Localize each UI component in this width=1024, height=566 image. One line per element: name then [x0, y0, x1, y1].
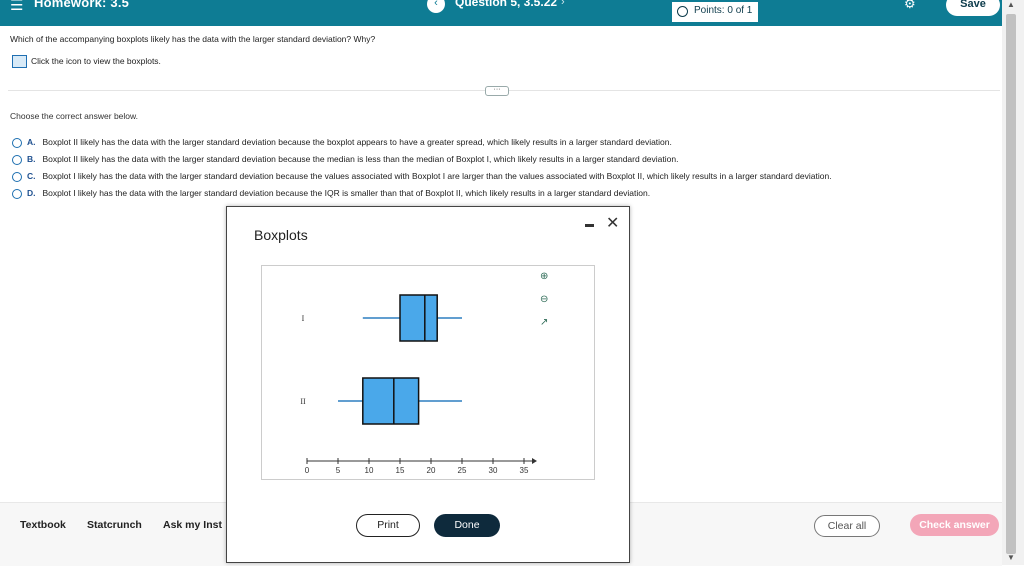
- boxplot-label: II: [300, 397, 306, 406]
- view-boxplots-link[interactable]: Click the icon to view the boxplots.: [31, 56, 161, 66]
- boxplots-dialog: Boxplots ✕ 0 5 10 15 20 25 30 35 I II ⊕ ⊖ ↗ Print…: [226, 206, 630, 563]
- close-icon[interactable]: ✕: [606, 213, 619, 233]
- statcrunch-link[interactable]: Statcrunch: [87, 519, 142, 531]
- x-tick-label: 35: [520, 466, 529, 475]
- radio-icon[interactable]: [12, 171, 22, 182]
- x-tick-label: 20: [427, 466, 436, 475]
- question-label[interactable]: Question 5, 3.5.22: [455, 0, 557, 9]
- box-iqr: [362, 377, 420, 425]
- check-answer-button[interactable]: Check answer: [910, 514, 999, 536]
- x-tick-label: 0: [305, 466, 310, 475]
- minimize-icon[interactable]: [585, 224, 594, 227]
- dialog-title: Boxplots: [254, 227, 308, 243]
- question-text: Which of the accompanying boxplots likel…: [10, 34, 376, 44]
- image-icon[interactable]: [12, 55, 27, 68]
- top-bar: ☰ Homework: 3.5 ‹ Question 5, 3.5.22 › P…: [0, 0, 1002, 26]
- x-tick-label: 30: [489, 466, 498, 475]
- scrollbar[interactable]: ▲ ▼: [1002, 0, 1024, 565]
- radio-icon[interactable]: [12, 188, 22, 199]
- settings-icon[interactable]: ⚙: [904, 0, 916, 12]
- print-button[interactable]: Print: [356, 514, 420, 537]
- boxplot-label: I: [302, 314, 305, 323]
- box-iqr: [399, 294, 438, 342]
- previous-question-button[interactable]: ‹: [427, 0, 445, 13]
- points-indicator: Points: 0 of 1: [672, 2, 758, 22]
- save-button[interactable]: Save: [946, 0, 1000, 16]
- next-question-button[interactable]: ›: [561, 0, 565, 8]
- option-c[interactable]: C. Boxplot I likely has the data with the…: [12, 171, 832, 182]
- ask-instructor-link[interactable]: Ask my Inst: [163, 519, 222, 531]
- hamburger-icon[interactable]: ☰: [10, 0, 23, 14]
- done-button[interactable]: Done: [434, 514, 500, 537]
- x-tick-label: 10: [365, 466, 374, 475]
- radio-icon[interactable]: [12, 154, 22, 165]
- zoom-out-icon[interactable]: ⊖: [540, 294, 548, 305]
- x-tick-label: 25: [458, 466, 467, 475]
- option-d[interactable]: D. Boxplot I likely has the data with the…: [12, 188, 650, 199]
- option-b[interactable]: B. Boxplot II likely has the data with th…: [12, 154, 678, 165]
- x-tick-label: 5: [336, 466, 341, 475]
- x-axis-arrow: [532, 458, 537, 464]
- textbook-link[interactable]: Textbook: [20, 519, 66, 531]
- more-button[interactable]: ···: [485, 86, 509, 96]
- x-tick-label: 15: [396, 466, 405, 475]
- option-a[interactable]: A. Boxplot II likely has the data with th…: [12, 137, 672, 148]
- boxplot-chart: 0 5 10 15 20 25 30 35 I II ⊕ ⊖ ↗: [261, 265, 595, 480]
- zoom-in-icon[interactable]: ⊕: [540, 271, 548, 282]
- choose-prompt: Choose the correct answer below.: [10, 111, 139, 121]
- scroll-down-icon[interactable]: ▼: [1007, 553, 1015, 562]
- points-circle-icon: [677, 6, 688, 17]
- external-link-icon[interactable]: ↗: [540, 317, 548, 328]
- clear-all-button[interactable]: Clear all: [814, 515, 880, 537]
- radio-icon[interactable]: [12, 137, 22, 148]
- scroll-up-icon[interactable]: ▲: [1007, 0, 1015, 9]
- scrollbar-thumb[interactable]: [1006, 14, 1016, 554]
- homework-title: Homework: 3.5: [34, 0, 130, 10]
- points-label: Points: 0 of 1: [694, 5, 753, 16]
